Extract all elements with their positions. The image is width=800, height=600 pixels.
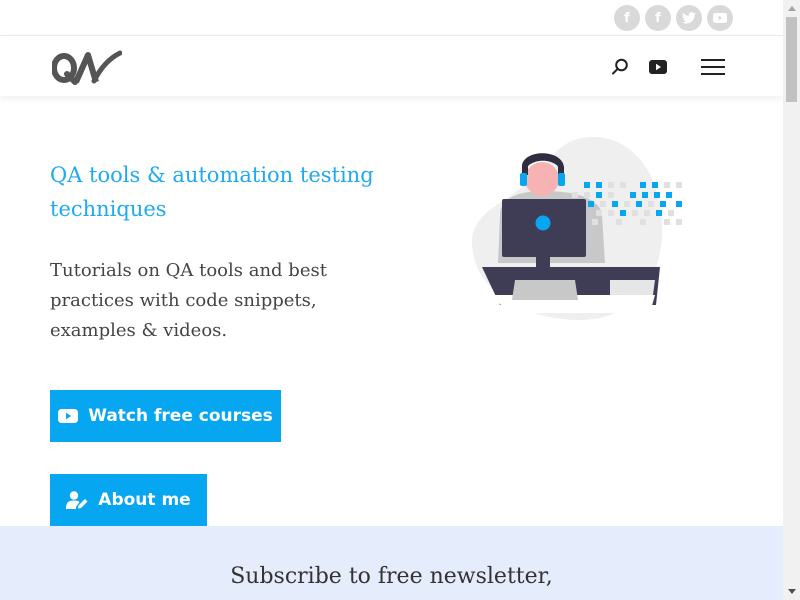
twitter-icon[interactable] — [676, 5, 702, 31]
youtube-icon[interactable] — [647, 56, 669, 78]
youtube-icon[interactable] — [707, 5, 733, 31]
hero-description: Tutorials on QA tools and best practices… — [50, 260, 327, 341]
developer-at-computer-image — [471, 136, 682, 320]
about-me-label: About me — [98, 490, 191, 510]
hamburger-glyph — [701, 59, 725, 75]
facebook-glyph: f — [624, 10, 630, 26]
youtube-glyph — [713, 13, 727, 23]
scroll-thumb[interactable] — [786, 17, 797, 102]
newsletter-section: Subscribe to free newsletter, — [0, 526, 783, 600]
site-logo[interactable] — [51, 49, 123, 85]
youtube-glyph — [649, 60, 667, 74]
search-glyph — [612, 58, 628, 75]
youtube-icon — [58, 409, 79, 423]
newsletter-title: Subscribe to free newsletter, — [230, 564, 553, 589]
scroll-down-arrow-icon[interactable] — [783, 583, 800, 600]
site-header — [0, 36, 783, 96]
scrollbar[interactable] — [783, 0, 800, 600]
facebook-icon[interactable]: f — [645, 5, 671, 31]
facebook-icon[interactable]: f — [614, 5, 640, 31]
about-me-button[interactable]: About me — [50, 474, 207, 526]
facebook-glyph: f — [655, 10, 661, 26]
social-bar: f f — [0, 0, 783, 36]
user-edit-icon — [66, 491, 88, 509]
search-icon[interactable] — [609, 56, 631, 78]
twitter-glyph — [682, 12, 696, 24]
hero-title: QA tools & automation testing techniques — [50, 163, 374, 221]
developer-illustration — [470, 135, 690, 325]
qa-logo-icon — [51, 50, 123, 85]
hamburger-menu-icon[interactable] — [700, 56, 726, 78]
watch-courses-label: Watch free courses — [88, 406, 273, 426]
scroll-up-arrow-icon[interactable] — [783, 0, 800, 17]
watch-courses-button[interactable]: Watch free courses — [50, 390, 281, 442]
